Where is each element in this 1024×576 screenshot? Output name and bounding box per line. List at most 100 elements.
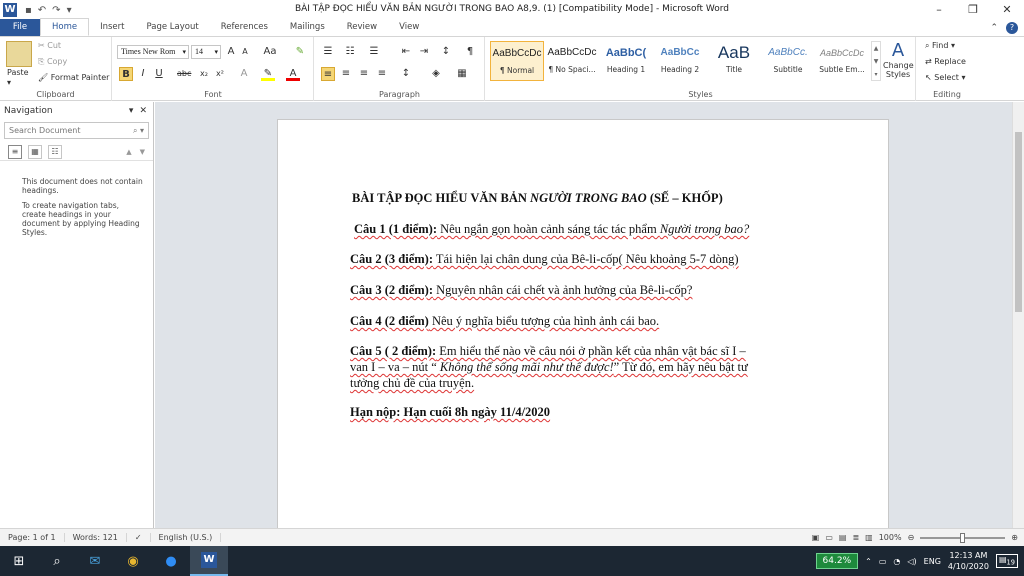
question-2[interactable]: Câu 2 (3 điểm): Tái hiện lại chân dung c… [350, 252, 739, 267]
cut-button[interactable]: ✂ Cut [38, 41, 61, 50]
redo-icon[interactable]: ↷ [52, 5, 60, 16]
align-right-icon[interactable]: ≡ [357, 67, 371, 81]
multilevel-list-icon[interactable]: ☰ [367, 45, 381, 59]
word-taskbar-icon[interactable]: W [190, 546, 228, 576]
question-4[interactable]: Câu 4 (2 điểm) Nêu ý nghĩa biểu tượng củ… [350, 314, 659, 329]
increase-indent-icon[interactable]: ⇥ [417, 45, 431, 59]
clock[interactable]: 12:13 AM 4/10/2020 [948, 550, 989, 572]
tab-file[interactable]: File [0, 19, 40, 36]
zalo-icon[interactable]: ● [152, 546, 190, 576]
tab-mailings[interactable]: Mailings [279, 19, 336, 36]
browse-pages-icon[interactable]: ▦ [28, 144, 42, 159]
styles-scroll-buttons[interactable]: ▲ ▼ ▾ [871, 41, 881, 81]
zoom-level[interactable]: 100% [879, 533, 902, 542]
next-arrow-icon[interactable]: ▼ [140, 148, 145, 156]
zoom-out-icon[interactable]: ⊖ [908, 533, 915, 542]
nav-options-icon[interactable]: ▾ [129, 106, 134, 116]
style-heading-2[interactable]: AaBbCc Heading 2 [653, 41, 707, 81]
word-app-icon[interactable]: W [3, 3, 17, 17]
doc-title[interactable]: BÀI TẬP ĐỌC HIỂU VĂN BẢN NGƯỜI TRONG BAO… [352, 191, 723, 206]
page-count[interactable]: Page: 1 of 1 [0, 533, 65, 542]
help-icon[interactable]: ? [1006, 21, 1018, 34]
language-indicator[interactable]: ENG [924, 557, 941, 566]
full-screen-icon[interactable]: ▭ [825, 533, 833, 542]
shading-icon[interactable]: ◈ [429, 67, 443, 81]
format-painter-button[interactable]: 🖌 Format Painter [38, 73, 109, 82]
document-page[interactable]: BÀI TẬP ĐỌC HIỂU VĂN BẢN NGƯỜI TRONG BAO… [277, 119, 889, 528]
line-spacing-icon[interactable]: ↕ [399, 67, 413, 81]
decrease-indent-icon[interactable]: ⇤ [399, 45, 413, 59]
minimize-button[interactable]: – [922, 0, 956, 20]
change-styles-button[interactable]: A Change Styles [883, 41, 914, 80]
draft-icon[interactable]: ▥ [865, 533, 873, 542]
justify-icon[interactable]: ≡ [375, 67, 389, 81]
select-button[interactable]: ↖ Select ▾ [925, 73, 966, 82]
battery-icon[interactable]: ▭ [879, 557, 887, 566]
style-title[interactable]: AaB Title [707, 41, 761, 81]
numbering-icon[interactable]: ☷ [343, 45, 357, 59]
network-icon[interactable]: ◔ [893, 557, 900, 566]
italic-icon[interactable]: I [136, 67, 150, 81]
zoom-slider-thumb[interactable] [959, 532, 965, 543]
style-normal[interactable]: AaBbCcDc ¶ Normal [490, 41, 544, 81]
style-subtitle[interactable]: AaBbCc. Subtitle [761, 41, 815, 81]
paste-dropdown-icon[interactable]: ▾ [7, 78, 11, 87]
search-icon[interactable]: ⌕ [38, 546, 76, 576]
tab-page-layout[interactable]: Page Layout [136, 19, 210, 36]
underline-icon[interactable]: U [152, 67, 166, 81]
notifications-icon[interactable]: ▤19 [995, 554, 1018, 568]
zoom-slider[interactable] [920, 532, 1006, 543]
close-button[interactable]: ✕ [990, 0, 1024, 20]
windows-start-icon[interactable]: ⊞ [0, 546, 38, 576]
font-color-icon[interactable]: A [286, 67, 300, 81]
find-button[interactable]: ⌕ Find ▾ [925, 41, 955, 51]
bold-icon[interactable]: B [119, 67, 133, 81]
language[interactable]: English (U.S.) [151, 533, 222, 542]
tab-references[interactable]: References [210, 19, 279, 36]
zoom-in-icon[interactable]: ⊕ [1011, 533, 1018, 542]
question-1[interactable]: Câu 1 (1 điểm): Nêu ngắn gọn hoàn cảnh s… [354, 222, 749, 237]
undo-icon[interactable]: ↶ [38, 5, 46, 16]
outline-icon[interactable]: ≣ [852, 533, 859, 542]
nav-close-icon[interactable]: ✕ [139, 106, 147, 116]
grow-font-icon[interactable]: A [224, 45, 238, 59]
style-heading-1[interactable]: AaBbC(Heading 1 [599, 41, 653, 81]
highlight-color-icon[interactable]: ✎ [261, 67, 275, 81]
clear-formatting-icon[interactable]: ✎ [293, 45, 307, 59]
search-icon[interactable]: ⌕ ▾ [133, 126, 148, 136]
print-layout-icon[interactable]: ▣ [812, 533, 820, 542]
style-subtle-emphasis[interactable]: AaBbCcDc Subtle Em... [815, 41, 869, 81]
style-no-spacing[interactable]: AaBbCcDc ¶ No Spaci... [545, 41, 599, 81]
nav-search-input[interactable]: Search Document ⌕ ▾ [4, 122, 149, 139]
question-5-line3[interactable]: tưởng chủ đề của truyện. [350, 376, 474, 391]
document-area[interactable]: BÀI TẬP ĐỌC HIỂU VĂN BẢN NGƯỜI TRONG BAO… [155, 102, 1012, 528]
clipboard-icon[interactable] [6, 41, 32, 67]
previous-arrow-icon[interactable]: ▲ [126, 148, 131, 156]
strikethrough-icon[interactable]: abc [177, 67, 191, 81]
shrink-font-icon[interactable]: A [238, 45, 252, 59]
proofing-icon[interactable]: ✓ [127, 533, 151, 542]
copy-button[interactable]: ⎘ Copy [38, 57, 67, 67]
maximize-button[interactable]: ❐ [956, 0, 990, 20]
web-layout-icon[interactable]: ▤ [839, 533, 847, 542]
deadline[interactable]: Hạn nộp: Hạn cuối 8h ngày 11/4/2020 [350, 405, 550, 420]
scrollbar-thumb[interactable] [1015, 132, 1022, 312]
save-icon[interactable]: ▪ [25, 5, 32, 16]
align-center-icon[interactable]: ≡ [339, 67, 353, 81]
browse-headings-icon[interactable]: ≡ [8, 144, 22, 159]
font-size-select[interactable]: 14 ▾ [191, 45, 221, 59]
tray-up-arrow-icon[interactable]: ⌃ [865, 557, 872, 566]
volume-icon[interactable]: ◁) [907, 557, 916, 566]
change-case-icon[interactable]: Aa [263, 45, 277, 59]
paste-button[interactable]: Paste [7, 68, 29, 77]
question-5-line2[interactable]: van I – va – nút “ Không thể sống mãi nh… [350, 360, 748, 375]
superscript-icon[interactable]: x² [213, 67, 227, 81]
align-left-icon[interactable]: ≡ [321, 67, 335, 81]
mail-icon[interactable]: ✉ [76, 546, 114, 576]
customize-qat-icon[interactable]: ▾ [67, 5, 72, 16]
chrome-icon[interactable]: ◉ [114, 546, 152, 576]
bullets-icon[interactable]: ☰ [321, 45, 335, 59]
tab-insert[interactable]: Insert [89, 19, 135, 36]
sort-icon[interactable]: ↕ [439, 45, 453, 59]
battery-indicator[interactable]: 64.2% [815, 553, 859, 569]
